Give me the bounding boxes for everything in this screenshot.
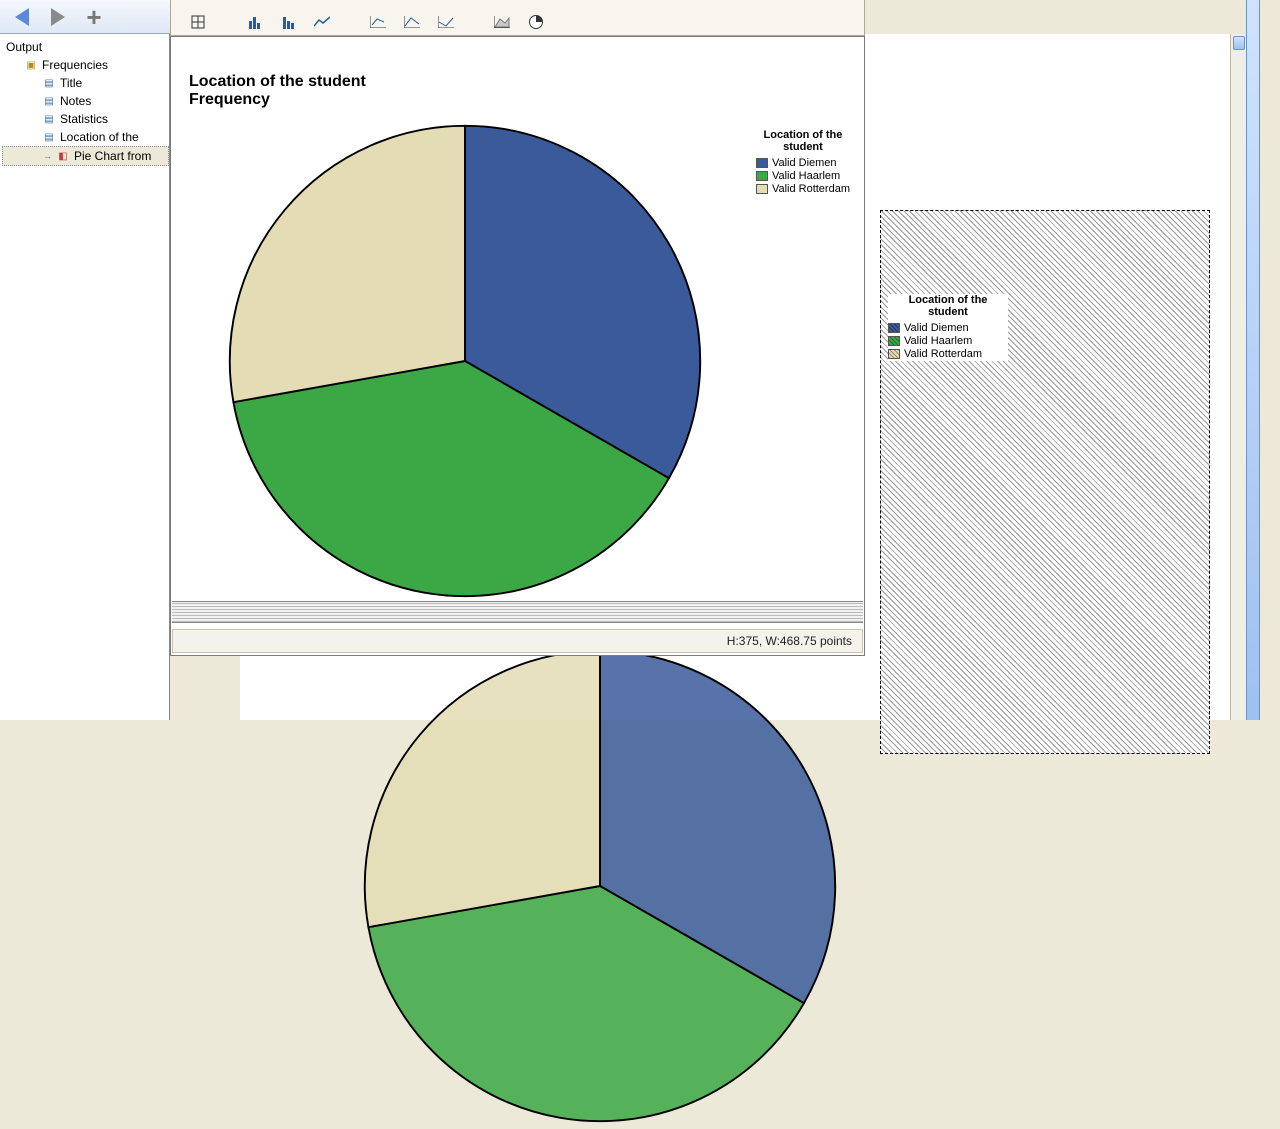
scroll-up-button[interactable] bbox=[1233, 36, 1245, 50]
bar-chart-alt-icon[interactable] bbox=[277, 11, 299, 33]
line-chart-alt1-icon[interactable] bbox=[401, 11, 423, 33]
legend-swatch bbox=[888, 323, 900, 333]
tree-label: Statistics bbox=[60, 112, 108, 126]
add-button[interactable]: + bbox=[80, 5, 108, 29]
document-icon: ▤ bbox=[42, 77, 56, 89]
document-icon: ▤ bbox=[42, 131, 56, 143]
line-chart-icon[interactable] bbox=[311, 11, 333, 33]
chart-legend[interactable]: Location of thestudent Valid DiemenValid… bbox=[756, 129, 850, 196]
legend-swatch bbox=[756, 171, 768, 181]
legend-item[interactable]: Valid Diemen bbox=[888, 322, 1008, 334]
legend-item[interactable]: Valid Rotterdam bbox=[888, 348, 1008, 360]
output-node-label: Output bbox=[6, 40, 42, 54]
tree-label: Title bbox=[60, 76, 82, 90]
area-chart-icon[interactable] bbox=[491, 11, 513, 33]
scatter-chart-icon[interactable] bbox=[367, 11, 389, 33]
legend-swatch bbox=[756, 158, 768, 168]
legend-item[interactable]: Valid Haarlem bbox=[756, 170, 850, 182]
output-scrollbar[interactable] bbox=[1230, 34, 1246, 720]
plus-icon: + bbox=[86, 7, 101, 27]
legend-label: Valid Diemen bbox=[904, 322, 969, 334]
grid-axes-icon[interactable] bbox=[187, 11, 209, 33]
bg-legend-title: Location of thestudent bbox=[888, 294, 1008, 318]
chart-icon: ◧ bbox=[56, 150, 70, 162]
legend-label: Valid Diemen bbox=[772, 157, 837, 169]
bar-chart-icon[interactable] bbox=[243, 11, 265, 33]
selected-chart-placeholder bbox=[880, 210, 1210, 754]
back-button[interactable] bbox=[8, 5, 36, 29]
chart-editor-window: Location of the student Frequency Locati… bbox=[170, 36, 865, 656]
legend-item[interactable]: Valid Rotterdam bbox=[756, 183, 850, 195]
tree-label: Frequencies bbox=[42, 58, 108, 72]
bg-chart-legend: Location of thestudent Valid DiemenValid… bbox=[888, 294, 1008, 361]
navigation-toolbar: + bbox=[0, 0, 170, 34]
document-icon: ▤ bbox=[42, 113, 56, 125]
chart-title[interactable]: Location of the student Frequency bbox=[189, 73, 856, 110]
legend-label: Valid Haarlem bbox=[772, 170, 840, 182]
tree-item-pie-chart-from[interactable]: → ◧ Pie Chart from bbox=[2, 146, 169, 166]
tree-node-frequencies[interactable]: ▣ Frequencies bbox=[2, 56, 169, 74]
tree-item-title[interactable]: ▤ Title bbox=[2, 74, 169, 92]
folder-icon: ▣ bbox=[24, 59, 38, 71]
pie-chart-icon[interactable] bbox=[525, 11, 547, 33]
legend-item[interactable]: Valid Haarlem bbox=[888, 335, 1008, 347]
line-chart-alt2-icon[interactable] bbox=[435, 11, 457, 33]
tree-label: Notes bbox=[60, 94, 91, 108]
legend-label: Valid Rotterdam bbox=[772, 183, 850, 195]
window-side-accent bbox=[1246, 0, 1260, 720]
pie-chart[interactable] bbox=[225, 121, 705, 601]
tree-item-notes[interactable]: ▤ Notes bbox=[2, 92, 169, 110]
tree-label: Location of the bbox=[60, 130, 139, 144]
legend-swatch bbox=[888, 336, 900, 346]
editor-status-bar: H:375, W:468.75 points bbox=[172, 629, 863, 653]
document-icon: ▤ bbox=[42, 95, 56, 107]
tree-item-statistics[interactable]: ▤ Statistics bbox=[2, 110, 169, 128]
resize-strip[interactable] bbox=[172, 601, 863, 623]
tree-item-location-of-the[interactable]: ▤ Location of the bbox=[2, 128, 169, 146]
chart-canvas[interactable]: Location of the student Frequency Locati… bbox=[179, 45, 856, 589]
arrow-right-icon bbox=[51, 8, 65, 26]
chart-title-line2: Frequency bbox=[189, 91, 270, 108]
legend-swatch bbox=[888, 349, 900, 359]
legend-swatch bbox=[756, 184, 768, 194]
legend-item[interactable]: Valid Diemen bbox=[756, 157, 850, 169]
legend-label: Valid Rotterdam bbox=[904, 348, 982, 360]
tree-root-output[interactable]: Output bbox=[2, 38, 169, 56]
output-outline-tree[interactable]: Output ▣ Frequencies ▤ Title ▤ Notes ▤ Statis… bbox=[0, 34, 170, 720]
chart-title-line1: Location of the student bbox=[189, 73, 366, 90]
legend-label: Valid Haarlem bbox=[904, 335, 972, 347]
chart-type-toolbar bbox=[170, 0, 865, 36]
bg-pie-chart bbox=[360, 646, 840, 1126]
status-text: H:375, W:468.75 points bbox=[727, 634, 852, 648]
legend-title: Location of thestudent bbox=[756, 129, 850, 153]
tree-label: Pie Chart from bbox=[74, 149, 151, 163]
forward-button[interactable] bbox=[44, 5, 72, 29]
current-item-marker: → bbox=[43, 151, 52, 161]
arrow-left-icon bbox=[15, 8, 29, 26]
